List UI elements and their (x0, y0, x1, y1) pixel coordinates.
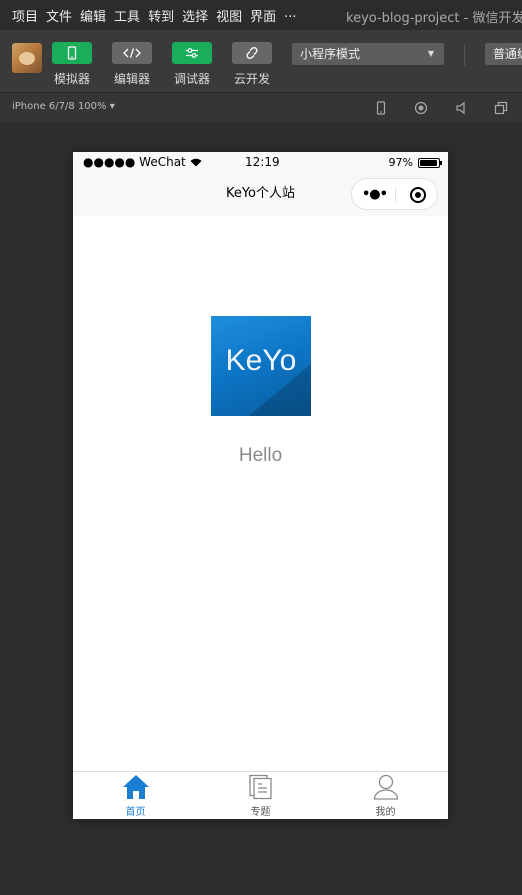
compile-mode-value: 普通编 (493, 47, 522, 61)
cloud-button[interactable] (232, 42, 272, 64)
wifi-icon (190, 158, 202, 167)
simulator-header: iPhone 6/7/8 100% ▾ (0, 92, 522, 122)
device-phone-icon[interactable] (374, 101, 388, 115)
battery-icon (418, 157, 442, 168)
carrier-label: ●●●●● WeChat (83, 155, 202, 169)
menu-goto[interactable]: 转到 (148, 6, 174, 25)
toolbar: 模拟器 编辑器 调试器 云开发 小程序模式 ▼ 普通编 (0, 30, 522, 92)
battery-status: 97% (388, 156, 442, 169)
menu-project[interactable]: 项目 (12, 6, 38, 25)
logo-text: KeYo (225, 344, 297, 377)
topics-icon (249, 774, 272, 800)
tab-topics-label: 专题 (250, 807, 271, 818)
volume-icon[interactable] (454, 101, 468, 115)
greeting-text: Hello (238, 445, 283, 466)
window-title: keyo-blog-project - 微信开发者 (346, 11, 522, 26)
menu-more[interactable]: ... (284, 6, 296, 25)
menu-select[interactable]: 选择 (182, 6, 208, 25)
device-select[interactable]: iPhone 6/7/8 100% ▾ (12, 101, 115, 112)
cloud-tool[interactable]: 云开发 (232, 42, 272, 87)
caret-down-icon: ▼ (427, 49, 434, 58)
cloud-label: 云开发 (233, 72, 270, 86)
phone-icon (67, 46, 77, 60)
tab-home-label: 首页 (125, 807, 146, 818)
menu-bar: 项目 文件 编辑 工具 转到 选择 视图 界面 ... keyo-blog-pr… (0, 0, 522, 30)
tab-me[interactable]: 我的 (323, 772, 448, 819)
toolbar-divider (464, 44, 465, 66)
editor-button[interactable] (112, 42, 152, 64)
avatar[interactable] (12, 43, 42, 73)
battery-percent: 97% (388, 156, 413, 169)
user-icon (373, 774, 399, 800)
more-icon[interactable]: •●• (362, 187, 388, 202)
sliders-icon (186, 48, 198, 58)
nav-bar: KeYo个人站 •●• (73, 172, 448, 216)
editor-label: 编辑器 (113, 72, 150, 86)
menu-items: 项目 文件 编辑 工具 转到 选择 视图 界面 ... (0, 6, 305, 25)
capsule-divider (395, 187, 396, 203)
close-miniprogram-icon[interactable] (410, 187, 426, 203)
tab-home[interactable]: 首页 (73, 772, 198, 819)
debugger-button[interactable] (172, 42, 212, 64)
editor-tool[interactable]: 编辑器 (112, 42, 152, 87)
phone-simulator: ●●●●● WeChat 12:19 97% KeYo个人站 •●• KeYo … (73, 152, 448, 819)
carrier-text: ●●●●● WeChat (83, 155, 186, 169)
logo-image: KeYo (211, 316, 311, 416)
menu-interface[interactable]: 界面 (250, 6, 276, 25)
capsule-menu[interactable]: •●• (351, 178, 438, 210)
record-icon[interactable] (414, 101, 428, 115)
cloud-link-icon (246, 47, 258, 59)
mode-select-value: 小程序模式 (300, 47, 361, 61)
code-icon (123, 48, 141, 58)
tab-topics[interactable]: 专题 (198, 772, 323, 819)
simulator-tool[interactable]: 模拟器 (52, 42, 92, 87)
simulator-button[interactable] (52, 42, 92, 64)
debugger-tool[interactable]: 调试器 (172, 42, 212, 87)
mode-select[interactable]: 小程序模式 ▼ (292, 43, 444, 65)
menu-tools[interactable]: 工具 (114, 6, 140, 25)
menu-edit[interactable]: 编辑 (80, 6, 106, 25)
detach-window-icon[interactable] (494, 101, 508, 115)
tab-bar: 首页 专题 我的 (73, 771, 448, 819)
menu-view[interactable]: 视图 (216, 6, 242, 25)
simulator-label: 模拟器 (53, 72, 90, 86)
menu-file[interactable]: 文件 (46, 6, 72, 25)
home-icon (123, 775, 149, 799)
status-bar: ●●●●● WeChat 12:19 97% (73, 152, 448, 172)
battery-fill (420, 159, 438, 166)
debugger-label: 调试器 (173, 72, 210, 86)
compile-mode-select[interactable]: 普通编 (485, 43, 522, 65)
tab-me-label: 我的 (375, 807, 396, 818)
status-time: 12:19 (245, 155, 280, 169)
